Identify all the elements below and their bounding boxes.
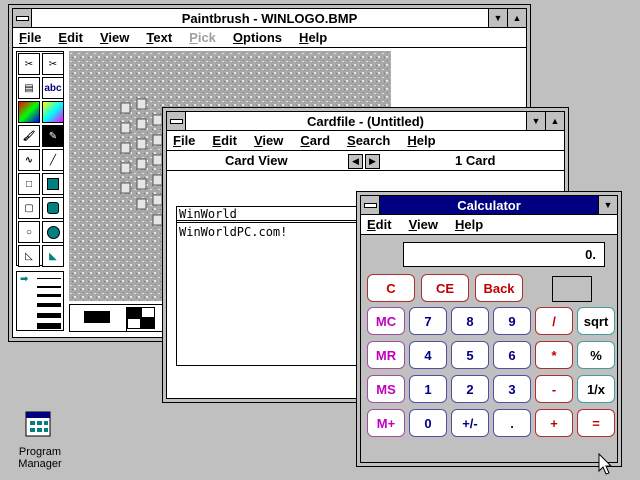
view-mode-label: Card View bbox=[225, 153, 288, 168]
digit-4-button[interactable]: 4 bbox=[409, 341, 447, 369]
decimal-button[interactable]: . bbox=[493, 409, 531, 437]
foreground-color-swatch bbox=[84, 311, 110, 323]
menu-view[interactable]: View bbox=[100, 30, 129, 45]
digit-5-button[interactable]: 5 bbox=[451, 341, 489, 369]
calculator-menubar: Edit View Help bbox=[361, 215, 617, 235]
menu-view[interactable]: View bbox=[254, 133, 283, 148]
menu-options[interactable]: Options bbox=[233, 30, 282, 45]
clear-entry-button[interactable]: CE bbox=[421, 274, 469, 302]
line-icon[interactable]: ╱ bbox=[42, 149, 64, 171]
menu-edit[interactable]: Edit bbox=[58, 30, 83, 45]
window-title: Paintbrush - WINLOGO.BMP bbox=[181, 10, 358, 26]
polygon-icon[interactable]: ◺ bbox=[18, 245, 40, 267]
memory-recall-button[interactable]: MR bbox=[367, 341, 405, 369]
window-title: Calculator bbox=[457, 197, 521, 213]
airbrush-icon[interactable]: ▤ bbox=[18, 77, 40, 99]
mouse-pointer-icon bbox=[598, 453, 613, 475]
color-palette[interactable] bbox=[69, 304, 169, 332]
menu-help[interactable]: Help bbox=[455, 217, 483, 232]
menu-edit[interactable]: Edit bbox=[212, 133, 237, 148]
filled-polygon-icon[interactable]: ◣ bbox=[42, 245, 64, 267]
calculator-titlebar[interactable]: Calculator ▼ bbox=[361, 196, 617, 215]
menu-edit[interactable]: Edit bbox=[367, 217, 392, 232]
program-manager-icon[interactable] bbox=[24, 410, 54, 440]
digit-7-button[interactable]: 7 bbox=[409, 307, 447, 335]
rounded-box-icon[interactable]: ▢ bbox=[18, 197, 40, 219]
system-menu-icon[interactable] bbox=[361, 196, 380, 214]
minimize-icon[interactable]: ▼ bbox=[526, 112, 545, 130]
eraser-icon[interactable] bbox=[42, 101, 64, 123]
sign-button[interactable]: +/- bbox=[451, 409, 489, 437]
card[interactable]: WinWorld WinWorldPC.com! bbox=[176, 206, 376, 366]
card-text[interactable]: WinWorldPC.com! bbox=[177, 223, 375, 241]
subtract-button[interactable]: - bbox=[535, 375, 573, 403]
equals-button[interactable]: = bbox=[577, 409, 615, 437]
paint-roller-icon[interactable]: 🖌 bbox=[18, 125, 40, 147]
digit-9-button[interactable]: 9 bbox=[493, 307, 531, 335]
previous-card-icon[interactable]: ◀ bbox=[348, 154, 363, 169]
menu-help[interactable]: Help bbox=[407, 133, 435, 148]
menu-help[interactable]: Help bbox=[299, 30, 327, 45]
divide-button[interactable]: / bbox=[535, 307, 573, 335]
menu-view[interactable]: View bbox=[409, 217, 438, 232]
digit-0-button[interactable]: 0 bbox=[409, 409, 447, 437]
curve-icon[interactable]: ∿ bbox=[18, 149, 40, 171]
digit-3-button[interactable]: 3 bbox=[493, 375, 531, 403]
menu-card[interactable]: Card bbox=[300, 133, 330, 148]
line-size-box[interactable]: ➡ bbox=[16, 271, 64, 331]
filled-box-icon[interactable] bbox=[42, 173, 64, 195]
color-swatches[interactable] bbox=[126, 307, 168, 331]
card-count: 1 Card bbox=[455, 153, 496, 168]
card-index-line[interactable]: WinWorld bbox=[177, 207, 375, 223]
digit-8-button[interactable]: 8 bbox=[451, 307, 489, 335]
maximize-icon[interactable]: ▲ bbox=[507, 9, 526, 27]
memory-indicator bbox=[552, 276, 592, 302]
reciprocal-button[interactable]: 1/x bbox=[577, 375, 615, 403]
sqrt-button[interactable]: sqrt bbox=[577, 307, 615, 335]
digit-2-button[interactable]: 2 bbox=[451, 375, 489, 403]
next-card-icon[interactable]: ▶ bbox=[365, 154, 380, 169]
clear-button[interactable]: C bbox=[367, 274, 415, 302]
color-eraser-icon[interactable] bbox=[18, 101, 40, 123]
paintbrush-menubar: File Edit View Text Pick Options Help bbox=[13, 28, 526, 48]
digit-1-button[interactable]: 1 bbox=[409, 375, 447, 403]
menu-search[interactable]: Search bbox=[347, 133, 390, 148]
box-icon[interactable]: □ bbox=[18, 173, 40, 195]
memory-add-button[interactable]: M+ bbox=[367, 409, 405, 437]
multiply-button[interactable]: * bbox=[535, 341, 573, 369]
arrow-right-icon: ➡ bbox=[20, 274, 29, 285]
maximize-icon[interactable]: ▲ bbox=[545, 112, 564, 130]
brush-icon[interactable]: ✎ bbox=[42, 125, 64, 147]
memory-store-button[interactable]: MS bbox=[367, 375, 405, 403]
filled-rounded-box-icon[interactable] bbox=[42, 197, 64, 219]
percent-button[interactable]: % bbox=[577, 341, 615, 369]
cardfile-titlebar[interactable]: Cardfile - (Untitled) ▼ ▲ bbox=[167, 112, 564, 131]
system-menu-icon[interactable] bbox=[13, 9, 32, 27]
minimize-icon[interactable]: ▼ bbox=[488, 9, 507, 27]
scissors-icon[interactable]: ✂ bbox=[18, 53, 40, 75]
memory-clear-button[interactable]: MC bbox=[367, 307, 405, 335]
menu-file[interactable]: File bbox=[173, 133, 195, 148]
calculator-window: Calculator ▼ Edit View Help 0. C CE Back… bbox=[357, 192, 621, 466]
cardfile-statusbar: Card View ◀ ▶ 1 Card bbox=[167, 151, 564, 171]
toolbox: ✂ ✂ ▤ abc 🖌 ✎ ∿ ╱ □ ▢ ○ ◺ ◣ bbox=[16, 51, 64, 267]
paintbrush-titlebar[interactable]: Paintbrush - WINLOGO.BMP ▼ ▲ bbox=[13, 9, 526, 28]
program-manager-label[interactable]: Program Manager bbox=[10, 446, 70, 470]
text-tool-icon[interactable]: abc bbox=[42, 77, 64, 99]
add-button[interactable]: + bbox=[535, 409, 573, 437]
system-menu-icon[interactable] bbox=[167, 112, 186, 130]
minimize-icon[interactable]: ▼ bbox=[598, 196, 617, 214]
digit-6-button[interactable]: 6 bbox=[493, 341, 531, 369]
menu-pick: Pick bbox=[189, 30, 216, 45]
cardfile-menubar: File Edit View Card Search Help bbox=[167, 131, 564, 151]
circle-icon[interactable]: ○ bbox=[18, 221, 40, 243]
filled-circle-icon[interactable] bbox=[42, 221, 64, 243]
backspace-button[interactable]: Back bbox=[475, 274, 523, 302]
menu-file[interactable]: File bbox=[19, 30, 41, 45]
window-title: Cardfile - (Untitled) bbox=[307, 113, 424, 129]
pick-scissors-icon[interactable]: ✂ bbox=[42, 53, 64, 75]
calculator-display: 0. bbox=[403, 242, 605, 267]
menu-text[interactable]: Text bbox=[146, 30, 172, 45]
